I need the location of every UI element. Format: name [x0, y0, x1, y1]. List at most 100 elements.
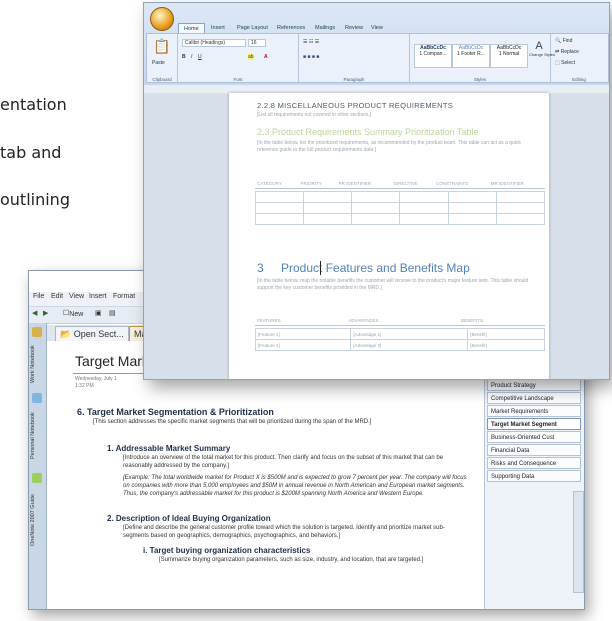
paste-button[interactable]: Paste: [152, 60, 165, 66]
section-heading[interactable]: 6. Target Market Segmentation & Prioriti…: [77, 407, 274, 417]
item-example-1[interactable]: [Example: The total worldwide market for…: [123, 474, 468, 498]
item-heading-1[interactable]: 1. Addressable Market Summary: [107, 444, 230, 453]
page-title[interactable]: Target Mark: [75, 353, 149, 369]
page-tab-business-oriented[interactable]: Business-Oriented Cust: [487, 431, 581, 443]
scrollbar[interactable]: [573, 491, 584, 593]
select-icon: ⬚: [555, 60, 560, 66]
feature-cell[interactable]: [Feature 2]: [254, 339, 352, 351]
binoculars-icon: 🔍: [555, 38, 562, 44]
page-tab-target-market-segment[interactable]: Target Market Segment: [487, 418, 581, 430]
benefit-cell[interactable]: [Benefit]: [467, 339, 545, 351]
page-tab-competitive-landscape[interactable]: Competitive Landscape: [487, 392, 581, 404]
page-tab-market-requirements[interactable]: Market Requirements: [487, 405, 581, 417]
subitem-heading[interactable]: i. Target buying organization characteri…: [143, 546, 310, 555]
select-button[interactable]: ⬚ Select: [555, 60, 575, 66]
tab-view[interactable]: View: [366, 23, 388, 33]
col-pr-identifier: PR IDENTIFIER: [336, 178, 392, 189]
group-styles: AaBbCcDc 1 Compan... AaBbCcDc 1 Footer R..…: [410, 34, 555, 82]
group-font: Calibri (Headings) 16 B I U ab A Font: [178, 34, 299, 82]
font-color-icon[interactable]: A: [264, 54, 268, 60]
menu-file[interactable]: File: [33, 293, 44, 300]
notebook-work[interactable]: Work Notebook: [30, 339, 44, 389]
item-text-2[interactable]: [Define and describe the general custome…: [123, 524, 468, 540]
group-label-clipboard: Clipboard: [152, 77, 172, 82]
heading-3-note[interactable]: [In the table below, map the notable ben…: [257, 278, 542, 292]
font-name-select[interactable]: Calibri (Headings): [182, 39, 246, 47]
table-row[interactable]: [254, 191, 546, 203]
notebook-personal[interactable]: Personal Notebook: [30, 405, 44, 467]
style-company[interactable]: AaBbCcDc 1 Compan...: [414, 44, 452, 68]
section-intro[interactable]: [This section addresses the specific mar…: [93, 418, 463, 426]
font-size-select[interactable]: 16: [248, 39, 266, 47]
notebook-icon[interactable]: [32, 393, 42, 403]
page-tab-supporting-data[interactable]: Supporting Data: [487, 470, 581, 482]
page-date: Wednesday, July 1: [75, 376, 117, 382]
table-row[interactable]: [254, 202, 546, 214]
heading-3-title[interactable]: Product Features and Benefits Map: [281, 261, 470, 275]
tab-references[interactable]: References: [272, 23, 310, 33]
group-paragraph: ☰ ☷ ☰ ■ ■ ■ ■ Paragraph: [299, 34, 410, 82]
page-time: 1:32 PM: [75, 383, 94, 389]
feature-cell[interactable]: [Feature 1]: [254, 328, 352, 340]
col-mr-identifier: MR IDENTIFIER: [488, 178, 545, 189]
col-category: CATEGORY: [255, 178, 299, 189]
advantage-cell[interactable]: [Advantage 1]: [350, 328, 469, 340]
page-tab-risks[interactable]: Risks and Consequence: [487, 457, 581, 469]
highlight-icon[interactable]: ab: [248, 54, 254, 60]
bullets-icon[interactable]: ☰ ☷ ☰: [303, 39, 319, 45]
group-label-paragraph: Paragraph: [343, 77, 365, 82]
text-cursor: [320, 261, 321, 275]
col-constraints: CONSTRAINTS: [434, 178, 489, 189]
tab-open-sections[interactable]: 📂 Open Sect...: [55, 326, 129, 341]
table-row[interactable]: [Feature 2] [Advantage 2] [Benefit]: [254, 339, 545, 351]
bold-icon[interactable]: B: [182, 54, 186, 60]
advantage-cell[interactable]: [Advantage 2]: [350, 339, 469, 351]
paste-icon[interactable]: 📋: [153, 38, 170, 55]
underline-icon[interactable]: U: [198, 54, 202, 60]
align-icon[interactable]: ■ ■ ■ ■: [303, 54, 319, 60]
group-clipboard: 📋 Paste Clipboard: [147, 34, 178, 82]
heading-2-3-note[interactable]: [In the table below, list the prioritize…: [257, 140, 542, 154]
requirements-table: [254, 191, 546, 225]
style-footer[interactable]: AaBbCcDc 1 Footer R...: [452, 44, 490, 68]
group-label-editing: Editing: [572, 77, 586, 82]
col-features: FEATURES: [255, 315, 347, 326]
heading-2-3[interactable]: 2.3 Product Requirements Summary Priorit…: [257, 127, 478, 137]
subitem-text[interactable]: [Summarize buying organization parameter…: [159, 556, 459, 564]
ribbon-groups: 📋 Paste Clipboard Calibri (Headings) 16 …: [146, 33, 609, 83]
change-styles-button[interactable]: A Change Styles: [529, 40, 555, 58]
item-heading-2[interactable]: 2. Description of Ideal Buying Organizat…: [107, 514, 271, 523]
save-icon[interactable]: ▣: [95, 309, 102, 317]
page-tab-product-strategy[interactable]: Product Strategy: [487, 379, 581, 391]
table-row[interactable]: [254, 213, 546, 225]
new-button[interactable]: ☐ New: [63, 309, 83, 318]
tab-insert[interactable]: Insert: [206, 23, 230, 33]
forward-icon[interactable]: ▶: [43, 309, 48, 317]
benefit-cell[interactable]: [Benefit]: [467, 328, 545, 340]
menu-view[interactable]: View: [69, 293, 84, 300]
italic-icon[interactable]: I: [191, 54, 192, 60]
notebook-icon[interactable]: [32, 473, 42, 483]
menu-insert[interactable]: Insert: [89, 293, 107, 300]
col-advantages: ADVANTAGES: [346, 315, 460, 326]
tab-review[interactable]: Review: [340, 23, 368, 33]
heading-2-2-8-note[interactable]: [List all requirements not covered in ot…: [257, 112, 371, 118]
heading-2-2-8[interactable]: 2.2.8 MISCELLANEOUS PRODUCT REQUIREMENTS: [257, 101, 453, 110]
tab-mailings[interactable]: Mailings: [310, 23, 340, 33]
notebook-guide[interactable]: OneNote 2007 Guide: [30, 485, 44, 555]
print-icon[interactable]: ▤: [109, 309, 116, 317]
notebook-icon[interactable]: [32, 327, 42, 337]
style-normal[interactable]: AaBbCcDc 1 Normal: [490, 44, 528, 68]
menu-format[interactable]: Format: [113, 293, 135, 300]
find-button[interactable]: 🔍 Find: [555, 38, 572, 44]
page-tabs-pane: Product Strategy Competitive Landscape M…: [484, 341, 584, 609]
back-icon[interactable]: ◀: [32, 309, 37, 317]
table-row[interactable]: [Feature 1] [Advantage 1] [Benefit]: [254, 328, 545, 340]
page-tab-financial-data[interactable]: Financial Data: [487, 444, 581, 456]
tab-page-layout[interactable]: Page Layout: [232, 23, 273, 33]
change-styles-icon: A: [535, 40, 543, 52]
item-text-1[interactable]: [Introduce an overview of the total mark…: [123, 454, 468, 470]
replace-button[interactable]: ⇄ Replace: [555, 49, 579, 55]
menu-edit[interactable]: Edit: [51, 293, 63, 300]
office-button-icon[interactable]: [150, 7, 174, 31]
